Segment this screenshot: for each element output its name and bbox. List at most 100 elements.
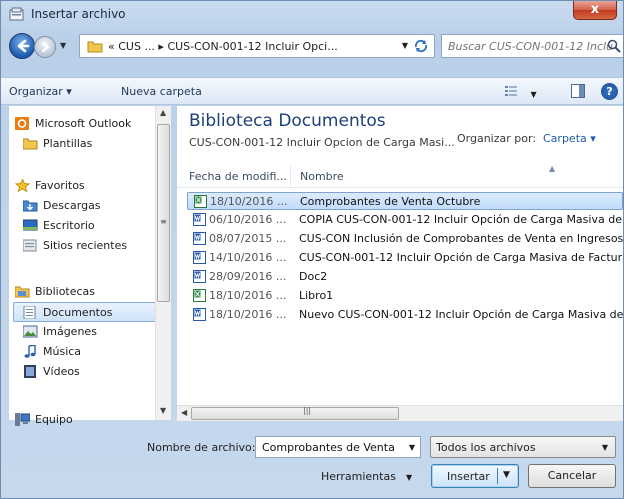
column-header: Fecha de modifi... Nombre ▲ <box>177 164 623 188</box>
back-button[interactable] <box>9 33 35 59</box>
word-file-icon <box>193 270 206 283</box>
file-row[interactable]: 06/10/2016 ... COPIA CUS-CON-001-12 Incl… <box>187 211 623 229</box>
file-type-dropdown-icon: ▼ <box>601 443 608 452</box>
recent-pages-dropdown-icon[interactable]: ▼ <box>60 41 66 50</box>
tools-dropdown-icon: ▼ <box>405 473 413 482</box>
scroll-down-icon[interactable]: ▼ <box>160 406 166 415</box>
outlook-icon <box>15 117 29 130</box>
insert-label: Insertar <box>447 470 490 483</box>
horizontal-scroll-thumb[interactable] <box>191 407 399 420</box>
address-row: ▼ « CUS ... ▸ CUS-CON-001-12 Incluir Opc… <box>1 31 623 61</box>
music-icon <box>24 345 36 358</box>
insert-options-dropdown-icon[interactable]: ▼ <box>503 470 510 480</box>
column-name[interactable]: Nombre <box>300 170 344 183</box>
file-row[interactable]: 18/10/2016 ... Nuevo CUS-CON-001-12 Incl… <box>187 306 623 324</box>
horizontal-scrollbar[interactable]: ◀ ||| <box>177 405 623 421</box>
window-title: Insertar archivo <box>31 7 126 21</box>
file-row[interactable]: 18/10/2016 ... Libro1 <box>187 287 623 305</box>
documents-icon <box>23 306 36 319</box>
scroll-left-icon[interactable]: ◀ <box>181 408 187 417</box>
arrow-right-icon <box>41 41 50 53</box>
libraries-icon <box>15 286 30 298</box>
file-row[interactable]: 08/07/2015 ... CUS-CON Inclusión de Comp… <box>187 230 623 248</box>
recent-icon <box>23 239 37 252</box>
cancel-button[interactable]: Cancelar <box>528 464 616 488</box>
insert-button[interactable]: Insertar ▼ <box>431 464 519 488</box>
insert-file-dialog: Insertar archivo x ▼ « CUS ... ▸ CUS-CON… <box>0 0 624 499</box>
word-file-icon <box>193 232 206 245</box>
sort-ascending-icon: ▲ <box>549 164 556 173</box>
forward-button[interactable] <box>34 36 56 58</box>
sidebar-item-pictures[interactable]: Imágenes <box>13 322 163 342</box>
organize-menu[interactable]: Organizar ▾ <box>9 85 72 98</box>
sidebar-item-templates[interactable]: Plantillas <box>13 134 163 154</box>
command-toolbar: Organizar ▾ Nueva carpeta ▼ ? <box>1 77 623 105</box>
sidebar-item-computer[interactable]: Equipo <box>13 410 163 430</box>
breadcrumb[interactable]: « CUS ... ▸ CUS-CON-001-12 Incluir Opci.… <box>108 40 338 53</box>
pictures-icon <box>23 325 38 338</box>
scroll-grip-icon: ||| <box>303 406 312 415</box>
filename-combobox[interactable]: ▼ <box>255 436 421 458</box>
window-icon <box>9 7 24 21</box>
library-title: Biblioteca Documentos <box>189 111 386 131</box>
change-view-button[interactable]: ▼ <box>505 85 537 100</box>
desktop-icon <box>23 219 38 231</box>
arrow-left-icon <box>17 39 30 53</box>
sidebar-item-libraries[interactable]: Bibliotecas <box>13 282 163 302</box>
sidebar-item-desktop[interactable]: Escritorio <box>13 216 163 236</box>
file-list-pane: Biblioteca Documentos CUS-CON-001-12 Inc… <box>177 106 623 420</box>
excel-file-icon <box>193 289 206 302</box>
view-list-icon <box>505 86 517 96</box>
sidebar-item-documents[interactable]: Documentos <box>13 302 161 322</box>
star-icon <box>15 179 30 192</box>
new-folder-button[interactable]: Nueva carpeta <box>121 85 202 98</box>
filename-input[interactable] <box>260 440 400 455</box>
folder-icon <box>23 138 38 150</box>
arrange-by-label: Organizar por: <box>457 132 537 145</box>
search-input[interactable] <box>446 38 616 54</box>
tools-label: Herramientas <box>321 470 396 483</box>
scroll-grip-icon: ≡ <box>160 217 167 226</box>
computer-icon <box>15 413 30 426</box>
folder-icon <box>87 41 103 53</box>
title-bar[interactable]: Insertar archivo x <box>1 1 623 27</box>
file-row[interactable]: 14/10/2016 ... CUS-CON-001-12 Incluir Op… <box>187 249 623 267</box>
arrange-by-dropdown[interactable]: Carpeta ▾ <box>543 132 596 145</box>
filename-label: Nombre de archivo: <box>147 441 256 454</box>
library-subtitle: CUS-CON-001-12 Incluir Opcion de Carga M… <box>189 136 455 149</box>
close-button[interactable]: x <box>573 1 617 20</box>
sidebar-item-favorites[interactable]: Favoritos <box>13 176 163 196</box>
tools-menu[interactable]: Herramientas ▼ <box>321 470 412 483</box>
filename-dropdown-icon[interactable]: ▼ <box>409 443 415 452</box>
scroll-up-icon[interactable]: ▲ <box>160 108 166 117</box>
refresh-icon[interactable] <box>412 38 430 54</box>
videos-icon <box>24 365 36 378</box>
address-dropdown-icon[interactable]: ▼ <box>402 41 408 50</box>
word-file-icon <box>193 213 206 226</box>
navigation-scrollbar[interactable]: ▲ ≡ ▼ <box>155 106 171 420</box>
close-icon: x <box>590 2 600 17</box>
search-box[interactable] <box>441 34 623 58</box>
word-file-icon <box>193 251 206 264</box>
column-date-modified[interactable]: Fecha de modifi... <box>189 170 287 183</box>
file-row[interactable]: 18/10/2016 ... Comprobantes de Venta Oct… <box>187 192 623 210</box>
file-type-select[interactable]: Todos los archivos ▼ <box>430 436 616 458</box>
scroll-thumb[interactable] <box>157 124 170 302</box>
address-bar[interactable]: « CUS ... ▸ CUS-CON-001-12 Incluir Opci.… <box>79 34 435 58</box>
sidebar-item-outlook[interactable]: Microsoft Outlook <box>13 114 163 134</box>
excel-file-icon <box>194 195 207 208</box>
search-icon[interactable] <box>607 39 621 53</box>
preview-pane-icon[interactable] <box>571 84 585 98</box>
insert-split-divider <box>497 468 498 484</box>
sidebar-item-downloads[interactable]: Descargas <box>13 196 163 216</box>
column-divider[interactable] <box>290 166 291 186</box>
word-file-icon <box>193 308 206 321</box>
sidebar-item-music[interactable]: Música <box>13 342 163 362</box>
sidebar-item-videos[interactable]: Vídeos <box>13 362 163 382</box>
navigation-pane: Microsoft Outlook Plantillas Favoritos D… <box>9 106 171 426</box>
view-dropdown-icon: ▼ <box>530 90 537 99</box>
help-icon[interactable]: ? <box>601 83 618 100</box>
file-type-value: Todos los archivos <box>436 441 536 454</box>
sidebar-item-recent[interactable]: Sitios recientes <box>13 236 163 256</box>
file-row[interactable]: 28/09/2016 ... Doc2 <box>187 268 623 286</box>
